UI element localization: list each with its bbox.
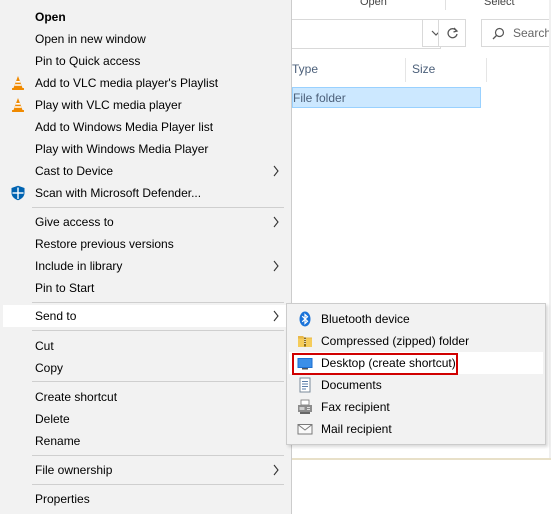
column-divider (486, 58, 487, 82)
menu-item-label: Cast to Device (35, 164, 114, 178)
ribbon-group-open[interactable]: Open (360, 0, 387, 8)
menu-item-send-to[interactable]: Send to (3, 305, 289, 327)
desktop-icon (297, 358, 313, 370)
menu-separator (32, 330, 284, 331)
menu-item-label: Add to Windows Media Player list (35, 120, 214, 134)
menu-item-open[interactable]: Open (3, 6, 289, 28)
menu-item-label: Copy (35, 361, 64, 375)
menu-item-scan-defender[interactable]: Scan with Microsoft Defender... (3, 182, 289, 204)
address-row: Search (292, 19, 551, 49)
menu-item-pin-quick-access[interactable]: Pin to Quick access (3, 50, 289, 72)
submenu-item-label: Compressed (zipped) folder (321, 334, 470, 348)
chevron-right-icon (273, 310, 279, 322)
file-list-row-selected[interactable]: File folder (292, 87, 481, 108)
menu-item-copy[interactable]: Copy (3, 357, 289, 379)
submenu-item-label: Documents (321, 378, 382, 392)
chevron-right-icon (273, 216, 279, 228)
search-icon (492, 27, 505, 39)
menu-separator (32, 484, 284, 485)
menu-item-create-shortcut[interactable]: Create shortcut (3, 386, 289, 408)
menu-item-label: Delete (35, 412, 70, 426)
menu-item-play-vlc[interactable]: Play with VLC media player (3, 94, 289, 116)
column-header-type[interactable]: Type (292, 58, 318, 80)
menu-item-label: Pin to Quick access (35, 54, 141, 68)
submenu-item-label: Fax recipient (321, 400, 390, 414)
send-to-desktop-shortcut[interactable]: Desktop (create shortcut) (289, 352, 543, 374)
refresh-button[interactable] (438, 19, 466, 47)
menu-separator (32, 455, 284, 456)
defender-shield-icon (11, 185, 25, 201)
menu-item-include-library[interactable]: Include in library (3, 255, 289, 277)
send-to-bluetooth[interactable]: Bluetooth device (289, 308, 543, 330)
send-to-documents[interactable]: Documents (289, 374, 543, 396)
address-bar[interactable] (292, 19, 441, 49)
send-to-compressed-folder[interactable]: Compressed (zipped) folder (289, 330, 543, 352)
context-menu: Open Open in new window Pin to Quick acc… (0, 0, 292, 514)
ribbon-divider (445, 0, 446, 10)
submenu-item-label: Mail recipient (321, 422, 392, 436)
search-placeholder: Search (512, 26, 551, 40)
menu-item-pin-to-start[interactable]: Pin to Start (3, 277, 289, 299)
menu-item-label: Play with Windows Media Player (35, 142, 209, 156)
chevron-right-icon (273, 260, 279, 272)
menu-item-properties[interactable]: Properties (3, 488, 289, 510)
column-header-size[interactable]: Size (412, 58, 435, 80)
send-to-submenu: Bluetooth device Compressed (zipped) fol… (286, 303, 546, 445)
send-to-mail[interactable]: Mail recipient (289, 418, 543, 440)
search-input[interactable]: Search (481, 19, 551, 47)
menu-item-delete[interactable]: Delete (3, 408, 289, 430)
menu-item-label: Rename (35, 434, 81, 448)
menu-item-label: File ownership (35, 463, 113, 477)
send-to-fax[interactable]: Fax recipient (289, 396, 543, 418)
menu-item-label: Open in new window (35, 32, 146, 46)
file-type-cell: File folder (293, 90, 346, 105)
vlc-icon (12, 98, 24, 112)
mail-icon (297, 424, 313, 435)
menu-item-cut[interactable]: Cut (3, 335, 289, 357)
menu-item-label: Give access to (35, 215, 114, 229)
zip-folder-icon (298, 336, 312, 347)
menu-item-vlc-playlist[interactable]: Add to VLC media player's Playlist (3, 72, 289, 94)
menu-item-play-wmp[interactable]: Play with Windows Media Player (3, 138, 289, 160)
menu-item-label: Create shortcut (35, 390, 118, 404)
menu-separator (32, 207, 284, 208)
menu-separator (32, 381, 284, 382)
menu-item-cast-to-device[interactable]: Cast to Device (3, 160, 289, 182)
ribbon-group-select[interactable]: Select (484, 0, 515, 8)
chevron-right-icon (273, 165, 279, 177)
menu-item-add-wmp-list[interactable]: Add to Windows Media Player list (3, 116, 289, 138)
menu-item-label: Open (35, 10, 66, 24)
window-bottom-edge (292, 458, 551, 460)
documents-icon (299, 377, 311, 393)
menu-item-label: Cut (35, 339, 54, 353)
menu-item-label: Include in library (35, 259, 123, 273)
menu-item-label: Scan with Microsoft Defender... (35, 186, 202, 200)
submenu-item-label: Desktop (create shortcut) (321, 356, 456, 370)
submenu-item-label: Bluetooth device (321, 312, 410, 326)
bluetooth-icon (299, 311, 311, 327)
ribbon: Open Select (292, 0, 551, 10)
menu-item-file-ownership[interactable]: File ownership (3, 459, 289, 481)
menu-item-label: Play with VLC media player (35, 98, 182, 112)
menu-item-label: Properties (35, 492, 90, 506)
column-divider (405, 58, 406, 82)
chevron-right-icon (273, 464, 279, 476)
vlc-icon (12, 76, 24, 90)
menu-item-label: Pin to Start (35, 281, 95, 295)
menu-item-label: Add to VLC media player's Playlist (35, 76, 219, 90)
refresh-icon (446, 27, 458, 38)
menu-item-rename[interactable]: Rename (3, 430, 289, 452)
fax-icon (298, 399, 312, 414)
menu-item-label: Send to (35, 309, 77, 323)
menu-item-restore-versions[interactable]: Restore previous versions (3, 233, 289, 255)
menu-separator (32, 302, 284, 303)
menu-item-label: Restore previous versions (35, 237, 174, 251)
menu-item-give-access[interactable]: Give access to (3, 211, 289, 233)
menu-item-open-new-window[interactable]: Open in new window (3, 28, 289, 50)
